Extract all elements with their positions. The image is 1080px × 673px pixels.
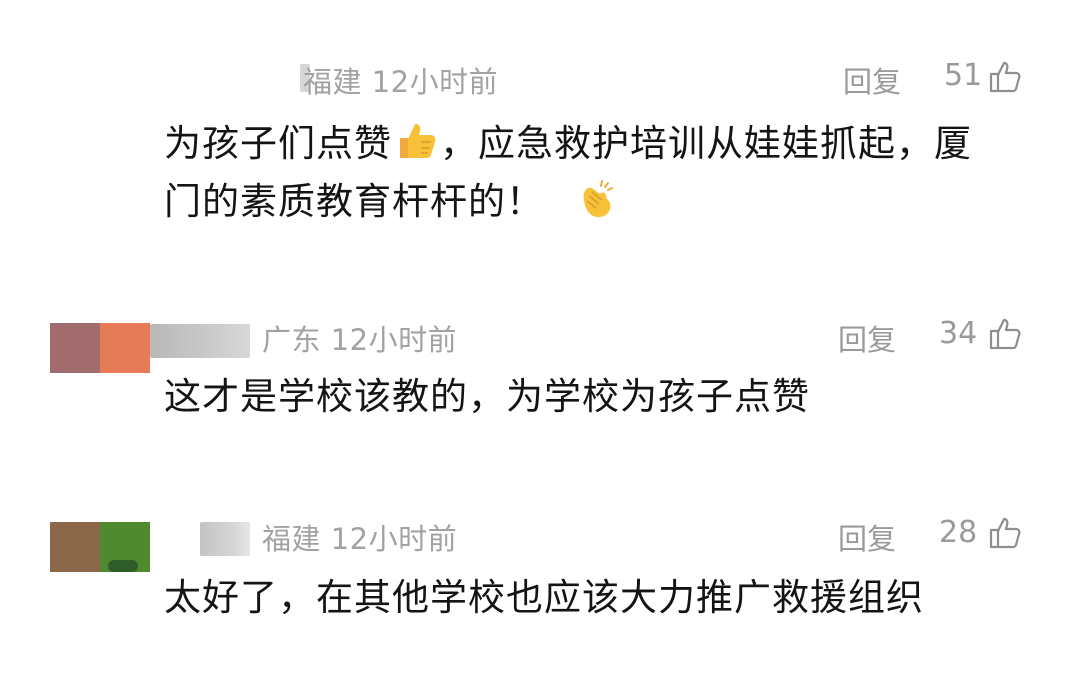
username-redacted[interactable]	[200, 522, 250, 556]
comment-text-part: 为孩子们点赞	[164, 122, 392, 165]
comment-text: 这才是学校该教的，为学校为孩子点赞	[164, 375, 810, 418]
comment-meta: 福建 12小时前	[262, 516, 457, 558]
comment-text: 太好了，在其他学校也应该大力推广救援组织	[164, 576, 924, 619]
comment-time: 12小时前	[330, 522, 458, 556]
like-count: 28	[939, 515, 978, 550]
reply-button[interactable]: 回复	[843, 59, 901, 101]
comment-time: 12小时前	[371, 65, 499, 99]
avatar[interactable]	[50, 323, 150, 373]
comment-text-part: 门的素质教育杆杆的！	[164, 180, 544, 223]
comment-location: 福建	[303, 65, 363, 99]
thumbs-up-icon[interactable]	[988, 317, 1022, 351]
reply-button[interactable]: 回复	[838, 317, 896, 359]
thumbs-up-icon[interactable]	[988, 516, 1022, 550]
thumbs-up-icon[interactable]	[988, 60, 1022, 94]
thumbs-up-emoji-icon	[400, 123, 436, 158]
comment-time: 12小时前	[330, 323, 458, 357]
comment-meta: 广东 12小时前	[262, 317, 457, 359]
clapping-hands-emoji-icon	[583, 180, 613, 218]
reply-button[interactable]: 回复	[838, 516, 896, 558]
comment-text: 为孩子们点赞 ，应急救护培训从娃娃抓起，厦 门的素质教育杆杆的！	[164, 115, 1034, 231]
comment-location: 福建	[262, 522, 322, 556]
username-redacted[interactable]	[150, 324, 250, 358]
comment-location: 广东	[262, 323, 322, 357]
like-count: 51	[944, 58, 983, 93]
like-count: 34	[939, 316, 978, 351]
avatar[interactable]	[50, 522, 150, 572]
comment-meta: 福建 12小时前	[303, 59, 498, 101]
comment-text-part: ，应急救护培训从娃娃抓起，厦	[440, 122, 972, 165]
